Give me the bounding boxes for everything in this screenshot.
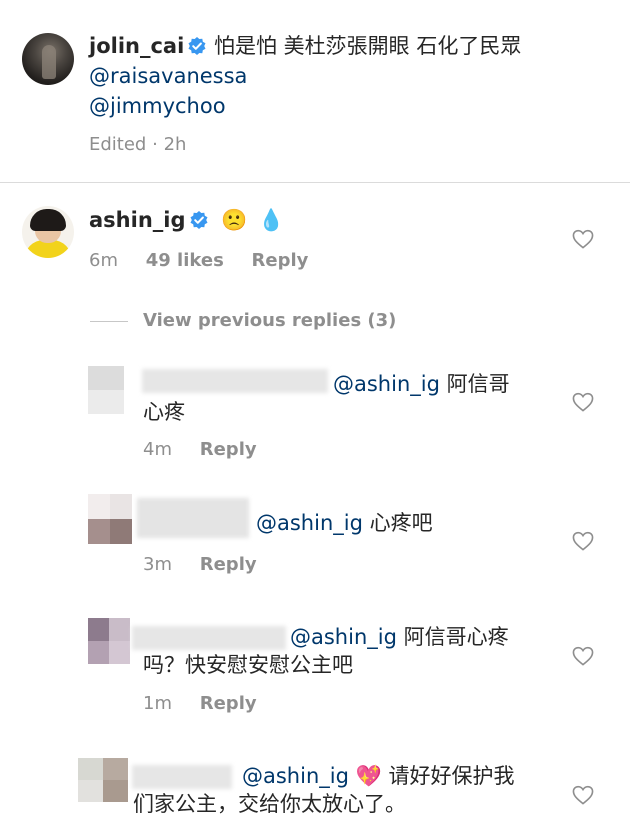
reply-3-meta: 1m Reply [143,692,257,716]
avatar-hair [30,209,66,231]
post-caption: jolin_cai 怕是怕 美杜莎張開眼 石化了民眾 @raisavanessa… [0,0,630,183]
reply-text: 阿信哥心疼 [403,625,509,649]
reply-avatar-pixelated[interactable] [88,494,132,544]
reply-avatar-pixelated[interactable] [88,366,124,414]
heart-outline-icon[interactable] [572,531,594,551]
redacted-username [137,498,249,538]
heart-outline-icon[interactable] [572,392,594,412]
comment-line: ashin_ig 🙁 💧 [89,205,284,235]
caption-mention-raisavanessa[interactable]: @raisavanessa [89,61,247,91]
caption-mention-jimmychoo[interactable]: @jimmychoo [89,91,226,121]
reply-mention[interactable]: @ashin_ig [256,511,363,535]
reply-time: 4m [143,439,172,460]
avatar-jolin-cai[interactable] [22,33,74,85]
edited-label: Edited [89,134,147,155]
redacted-username [132,765,232,789]
reply-avatar-pixelated[interactable] [78,758,128,802]
caption-time: 2h [163,134,187,155]
verified-badge-icon [188,37,206,55]
heart-outline-icon[interactable] [572,785,594,805]
heart-outline-icon[interactable] [572,229,594,249]
reply-4-line-1: @ashin_ig 💖 请好好保护我 [242,761,514,791]
meta-dot: · [152,134,158,155]
reply-1-line-1: @ashin_ig 阿信哥 [333,369,510,399]
verified-badge-icon [190,211,207,229]
reply-mention[interactable]: @ashin_ig [290,625,397,649]
reply-3-line-2: 吗？快安慰安慰公主吧 [143,653,353,677]
reply-mention[interactable]: @ashin_ig [242,764,349,788]
avatar-figure [42,45,56,79]
reply-3-line-1: @ashin_ig 阿信哥心疼 [290,622,509,652]
reply-text: 阿信哥 [446,372,510,396]
caption-line-1: jolin_cai 怕是怕 美杜莎張開眼 石化了民眾 [89,31,521,61]
comment-reply-button[interactable]: Reply [252,250,309,271]
sparkling-heart-emoji: 💖 [355,764,382,788]
comment-meta: 6m 49 likes Reply [89,249,308,273]
reply-mention[interactable]: @ashin_ig [333,372,440,396]
reply-1-line-2: 心疼 [143,400,185,424]
heart-outline-icon[interactable] [572,646,594,666]
section-divider [0,182,630,183]
reply-time: 3m [143,554,172,575]
reply-1-meta: 4m Reply [143,438,257,462]
droplet-emoji: 💧 [258,208,285,232]
redacted-username [142,369,328,393]
reply-text: 请好好保护我 [388,764,515,788]
reply-button[interactable]: Reply [200,439,257,460]
reply-button[interactable]: Reply [200,693,257,714]
comment-username[interactable]: ashin_ig [89,208,186,232]
reply-avatar-pixelated[interactable] [88,618,130,664]
reply-text: 心疼吧 [369,511,433,535]
redacted-username [132,626,286,650]
view-previous-replies-button[interactable]: View previous replies (3) [143,308,396,334]
reply-time: 1m [143,693,172,714]
reply-button[interactable]: Reply [200,554,257,575]
comment-time: 6m [89,250,118,271]
avatar-ashin-ig[interactable] [22,206,74,258]
reply-4-line-2: 们家公主，交给你太放心了。 [133,792,406,816]
caption-meta: Edited · 2h [89,133,186,157]
frowning-face-emoji: 🙁 [221,208,248,232]
caption-username[interactable]: jolin_cai [89,34,184,58]
reply-2-line-1: @ashin_ig 心疼吧 [256,508,433,538]
view-previous-line [90,321,128,322]
reply-2-meta: 3m Reply [143,553,257,577]
caption-text: 怕是怕 美杜莎張開眼 石化了民眾 [213,34,522,58]
comment-likes[interactable]: 49 likes [146,250,224,271]
